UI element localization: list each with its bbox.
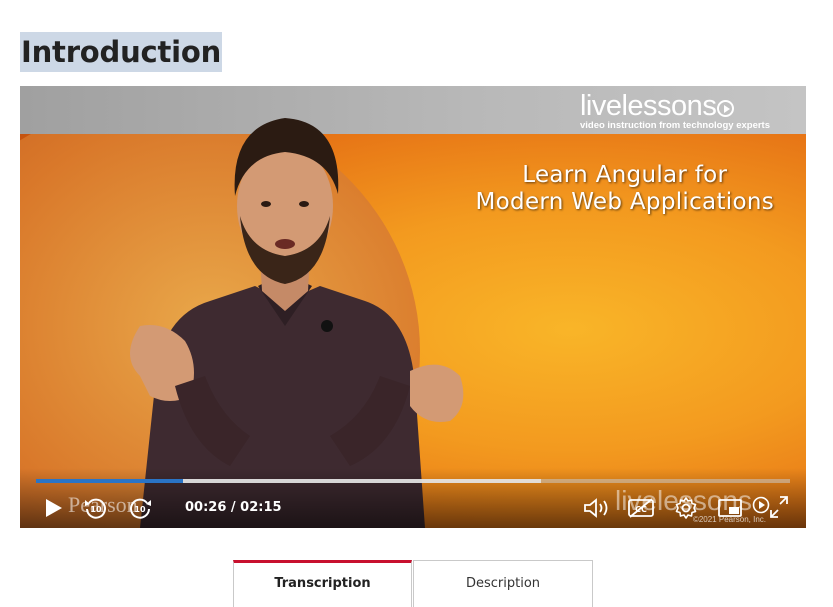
rewind-seconds: 10 (90, 505, 102, 514)
forward-seconds: 10 (134, 505, 146, 514)
time-display: 00:26 / 02:15 (185, 500, 282, 515)
content-tabs: Transcription Description (233, 560, 593, 607)
progress-played (36, 479, 184, 483)
tab-description[interactable]: Description (413, 560, 593, 607)
progress-bar[interactable] (36, 479, 790, 483)
gear-icon[interactable] (674, 496, 698, 520)
tab-transcription[interactable]: Transcription (233, 560, 412, 607)
captions-off-icon[interactable]: CC (627, 496, 655, 520)
course-headline: Learn Angular for Modern Web Application… (476, 162, 774, 216)
headline-line-2: Modern Web Applications (475, 189, 774, 215)
picture-in-picture-icon[interactable] (717, 497, 743, 519)
brand-live: live (579, 90, 622, 122)
page-title: Introduction (21, 35, 222, 69)
forward-10-icon[interactable]: 10 (127, 495, 153, 521)
fullscreen-icon[interactable] (768, 494, 790, 520)
logo-play-icon (717, 100, 735, 117)
rewind-10-icon[interactable]: 10 (83, 495, 109, 521)
livelessons-logo: livelessons video instruction from techn… (580, 91, 770, 131)
brand-tagline: video instruction from technology expert… (579, 120, 770, 131)
brand-lessons: lessons (621, 90, 717, 122)
volume-icon[interactable] (582, 497, 612, 519)
presenter-figure (130, 118, 464, 528)
svg-text:CC: CC (635, 505, 647, 514)
headline-line-1: Learn Angular for (522, 162, 728, 188)
page-title-highlight: Introduction (20, 32, 223, 72)
play-icon[interactable] (42, 497, 64, 519)
video-player[interactable]: livelessons video instruction from techn… (20, 86, 806, 528)
